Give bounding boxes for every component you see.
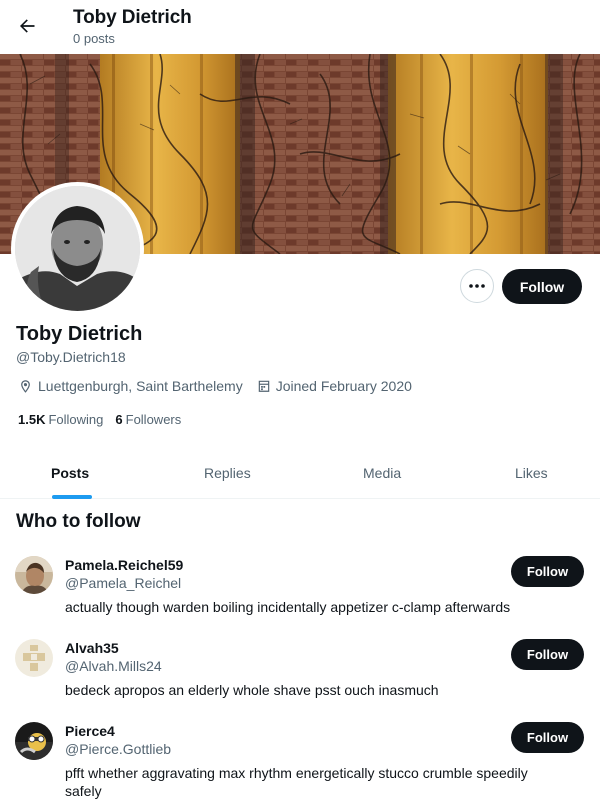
tab-replies[interactable]: Replies — [204, 465, 251, 481]
user-name[interactable]: Alvah35 — [65, 640, 119, 656]
avatar[interactable] — [15, 556, 53, 594]
user-handle: @Alvah.Mills24 — [65, 658, 162, 674]
user-bio: actually though warden boiling incidenta… — [65, 599, 511, 615]
user-handle: @Pamela_Reichel — [65, 575, 182, 591]
follow-button[interactable]: Follow — [511, 639, 584, 670]
more-dots-icon — [469, 284, 485, 288]
follow-button[interactable]: Follow — [511, 722, 584, 753]
back-button[interactable] — [10, 9, 44, 43]
followers-link[interactable]: 6 Followers — [115, 412, 181, 427]
location-text: Luettgenburgh, Saint Barthelemy — [38, 378, 243, 394]
follow-counts: 1.5K Following 6 Followers — [18, 412, 193, 427]
location: Luettgenburgh, Saint Barthelemy — [18, 378, 243, 394]
joined-text: Joined February 2020 — [275, 378, 412, 394]
profile-avatar[interactable] — [11, 182, 144, 315]
following-count: 1.5K — [18, 412, 46, 427]
profile-meta: Luettgenburgh, Saint Barthelemy Joined F… — [18, 378, 426, 394]
user-bio: bedeck apropos an elderly whole shave ps… — [65, 682, 439, 698]
user-name[interactable]: Pierce4 — [65, 723, 115, 739]
tab-likes[interactable]: Likes — [515, 465, 548, 481]
list-item[interactable]: Pamela.Reichel59 @Pamela_Reichel actuall… — [0, 548, 600, 628]
avatar[interactable] — [15, 639, 53, 677]
more-options-button[interactable] — [460, 269, 494, 303]
arrow-left-icon — [20, 19, 35, 33]
following-link[interactable]: 1.5K Following — [18, 412, 103, 427]
user-name[interactable]: Pamela.Reichel59 — [65, 557, 183, 573]
calendar-icon — [258, 380, 269, 392]
page-title: Toby Dietrich — [73, 7, 192, 28]
user-handle: @Pierce.Gottlieb — [65, 741, 172, 757]
follow-button[interactable]: Follow — [502, 269, 582, 304]
tab-posts[interactable]: Posts — [51, 465, 89, 481]
post-count: 0 posts — [73, 31, 115, 46]
follow-button[interactable]: Follow — [511, 556, 584, 587]
location-pin-icon — [21, 379, 30, 393]
who-to-follow-title: Who to follow — [16, 511, 141, 532]
profile-handle: @Toby.Dietrich18 — [16, 349, 126, 365]
followers-label: Followers — [125, 412, 182, 427]
profile-name: Toby Dietrich — [16, 323, 143, 345]
list-item[interactable]: Alvah35 @Alvah.Mills24 bedeck apropos an… — [0, 631, 600, 711]
followers-count: 6 — [115, 412, 123, 427]
top-bar: Toby Dietrich 0 posts — [0, 0, 600, 54]
list-item[interactable]: Pierce4 @Pierce.Gottlieb pfft whether ag… — [0, 714, 600, 800]
tab-media[interactable]: Media — [363, 465, 401, 481]
avatar[interactable] — [15, 722, 53, 760]
active-tab-indicator — [52, 495, 92, 499]
user-bio: pfft whether aggravating max rhythm ener… — [65, 765, 528, 799]
joined-date: Joined February 2020 — [257, 378, 412, 394]
following-label: Following — [48, 412, 104, 427]
profile-tabs: Posts Replies Media Likes — [0, 449, 600, 499]
